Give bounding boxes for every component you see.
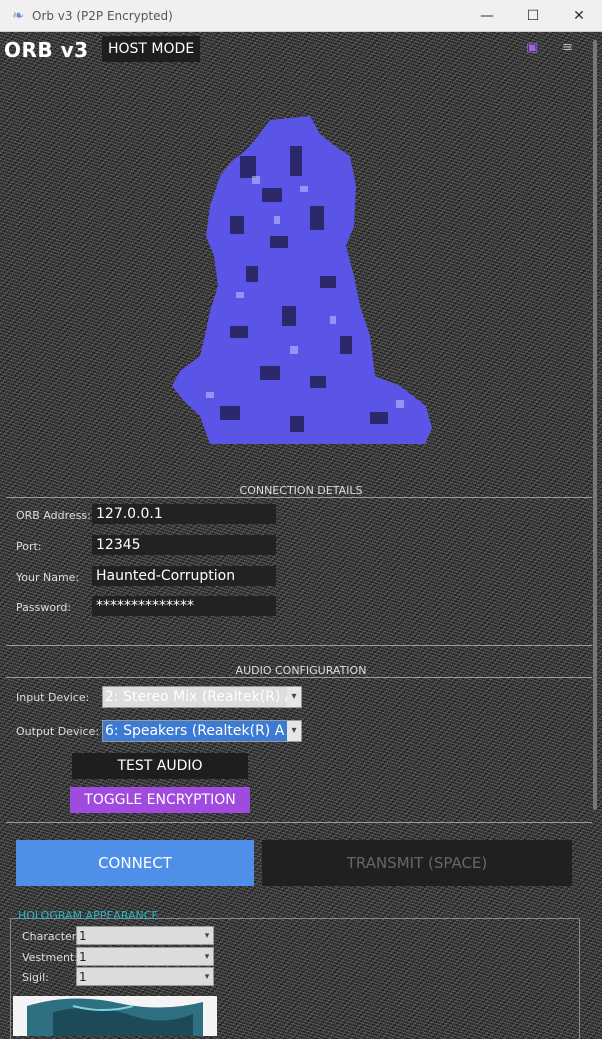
connection-section-title: CONNECTION DETAILS: [239, 484, 363, 497]
input-device-label: Input Device:: [16, 691, 90, 704]
minimize-icon[interactable]: —: [464, 0, 510, 32]
transmit-button[interactable]: TRANSMIT (SPACE): [262, 840, 572, 886]
character-select[interactable]: 1 ▾: [76, 926, 214, 945]
output-device-select[interactable]: 6: Speakers (Realtek(R) A ▾: [102, 720, 302, 742]
sigil-preview-graphic: [13, 996, 217, 1036]
vestment-select[interactable]: 1 ▾: [76, 947, 214, 966]
orb-address-label: ORB Address:: [16, 509, 91, 522]
connect-button[interactable]: CONNECT: [16, 840, 254, 886]
maximize-icon[interactable]: ☐: [510, 0, 556, 32]
close-icon[interactable]: ✕: [556, 0, 602, 32]
window-titlebar: ❧ Orb v3 (P2P Encrypted) — ☐ ✕: [0, 0, 602, 32]
chevron-down-icon[interactable]: ▾: [287, 721, 301, 741]
window-title: Orb v3 (P2P Encrypted): [32, 8, 173, 23]
sigil-select[interactable]: 1 ▾: [76, 967, 214, 986]
scrollbar-thumb[interactable]: [593, 40, 597, 810]
hologram-section-title: HOLOGRAM APPEARANCE: [18, 909, 159, 922]
audio-section-title: AUDIO CONFIGURATION: [235, 664, 367, 677]
feather-icon: ❧: [12, 7, 24, 24]
hologram-avatar: [172, 116, 432, 444]
scrollbar[interactable]: [590, 34, 600, 824]
toggle-encryption-button[interactable]: TOGGLE ENCRYPTION: [70, 787, 250, 813]
host-mode-button[interactable]: HOST MODE: [102, 36, 201, 62]
character-label: Character:: [22, 930, 80, 943]
actions-divider: [6, 822, 592, 823]
section-divider: [6, 645, 592, 646]
chevron-down-icon[interactable]: ▾: [287, 687, 301, 707]
name-input[interactable]: Haunted-Corruption: [92, 566, 276, 586]
sigil-preview-image: [13, 996, 217, 1036]
name-label: Your Name:: [16, 571, 80, 584]
vestment-value: 1: [79, 950, 87, 964]
chevron-down-icon[interactable]: ▾: [201, 968, 213, 985]
port-label: Port:: [16, 540, 42, 553]
orb-address-input[interactable]: 127.0.0.1: [92, 504, 276, 524]
output-device-label: Output Device:: [16, 725, 100, 738]
sigil-label: Sigil:: [22, 971, 49, 984]
sigil-value: 1: [79, 970, 87, 984]
output-device-value: 6: Speakers (Realtek(R) A: [105, 723, 285, 739]
audio-divider: [6, 677, 592, 678]
lock-icon[interactable]: ▣: [526, 40, 538, 55]
test-audio-button[interactable]: TEST AUDIO: [72, 753, 248, 779]
password-input[interactable]: **************: [92, 596, 276, 616]
connection-divider: [6, 497, 592, 498]
chevron-down-icon[interactable]: ▾: [201, 927, 213, 944]
input-device-select[interactable]: 2: Stereo Mix (Realtek(R) A ▾: [102, 686, 302, 708]
vestment-label: Vestment:: [22, 951, 78, 964]
chevron-down-icon[interactable]: ▾: [201, 948, 213, 965]
brand-title: ORB v3: [4, 38, 89, 62]
input-device-value: 2: Stereo Mix (Realtek(R) A: [105, 689, 295, 705]
menu-icon[interactable]: ≡: [562, 40, 573, 55]
character-value: 1: [79, 929, 87, 943]
password-label: Password:: [16, 601, 72, 614]
port-input[interactable]: 12345: [92, 535, 276, 555]
